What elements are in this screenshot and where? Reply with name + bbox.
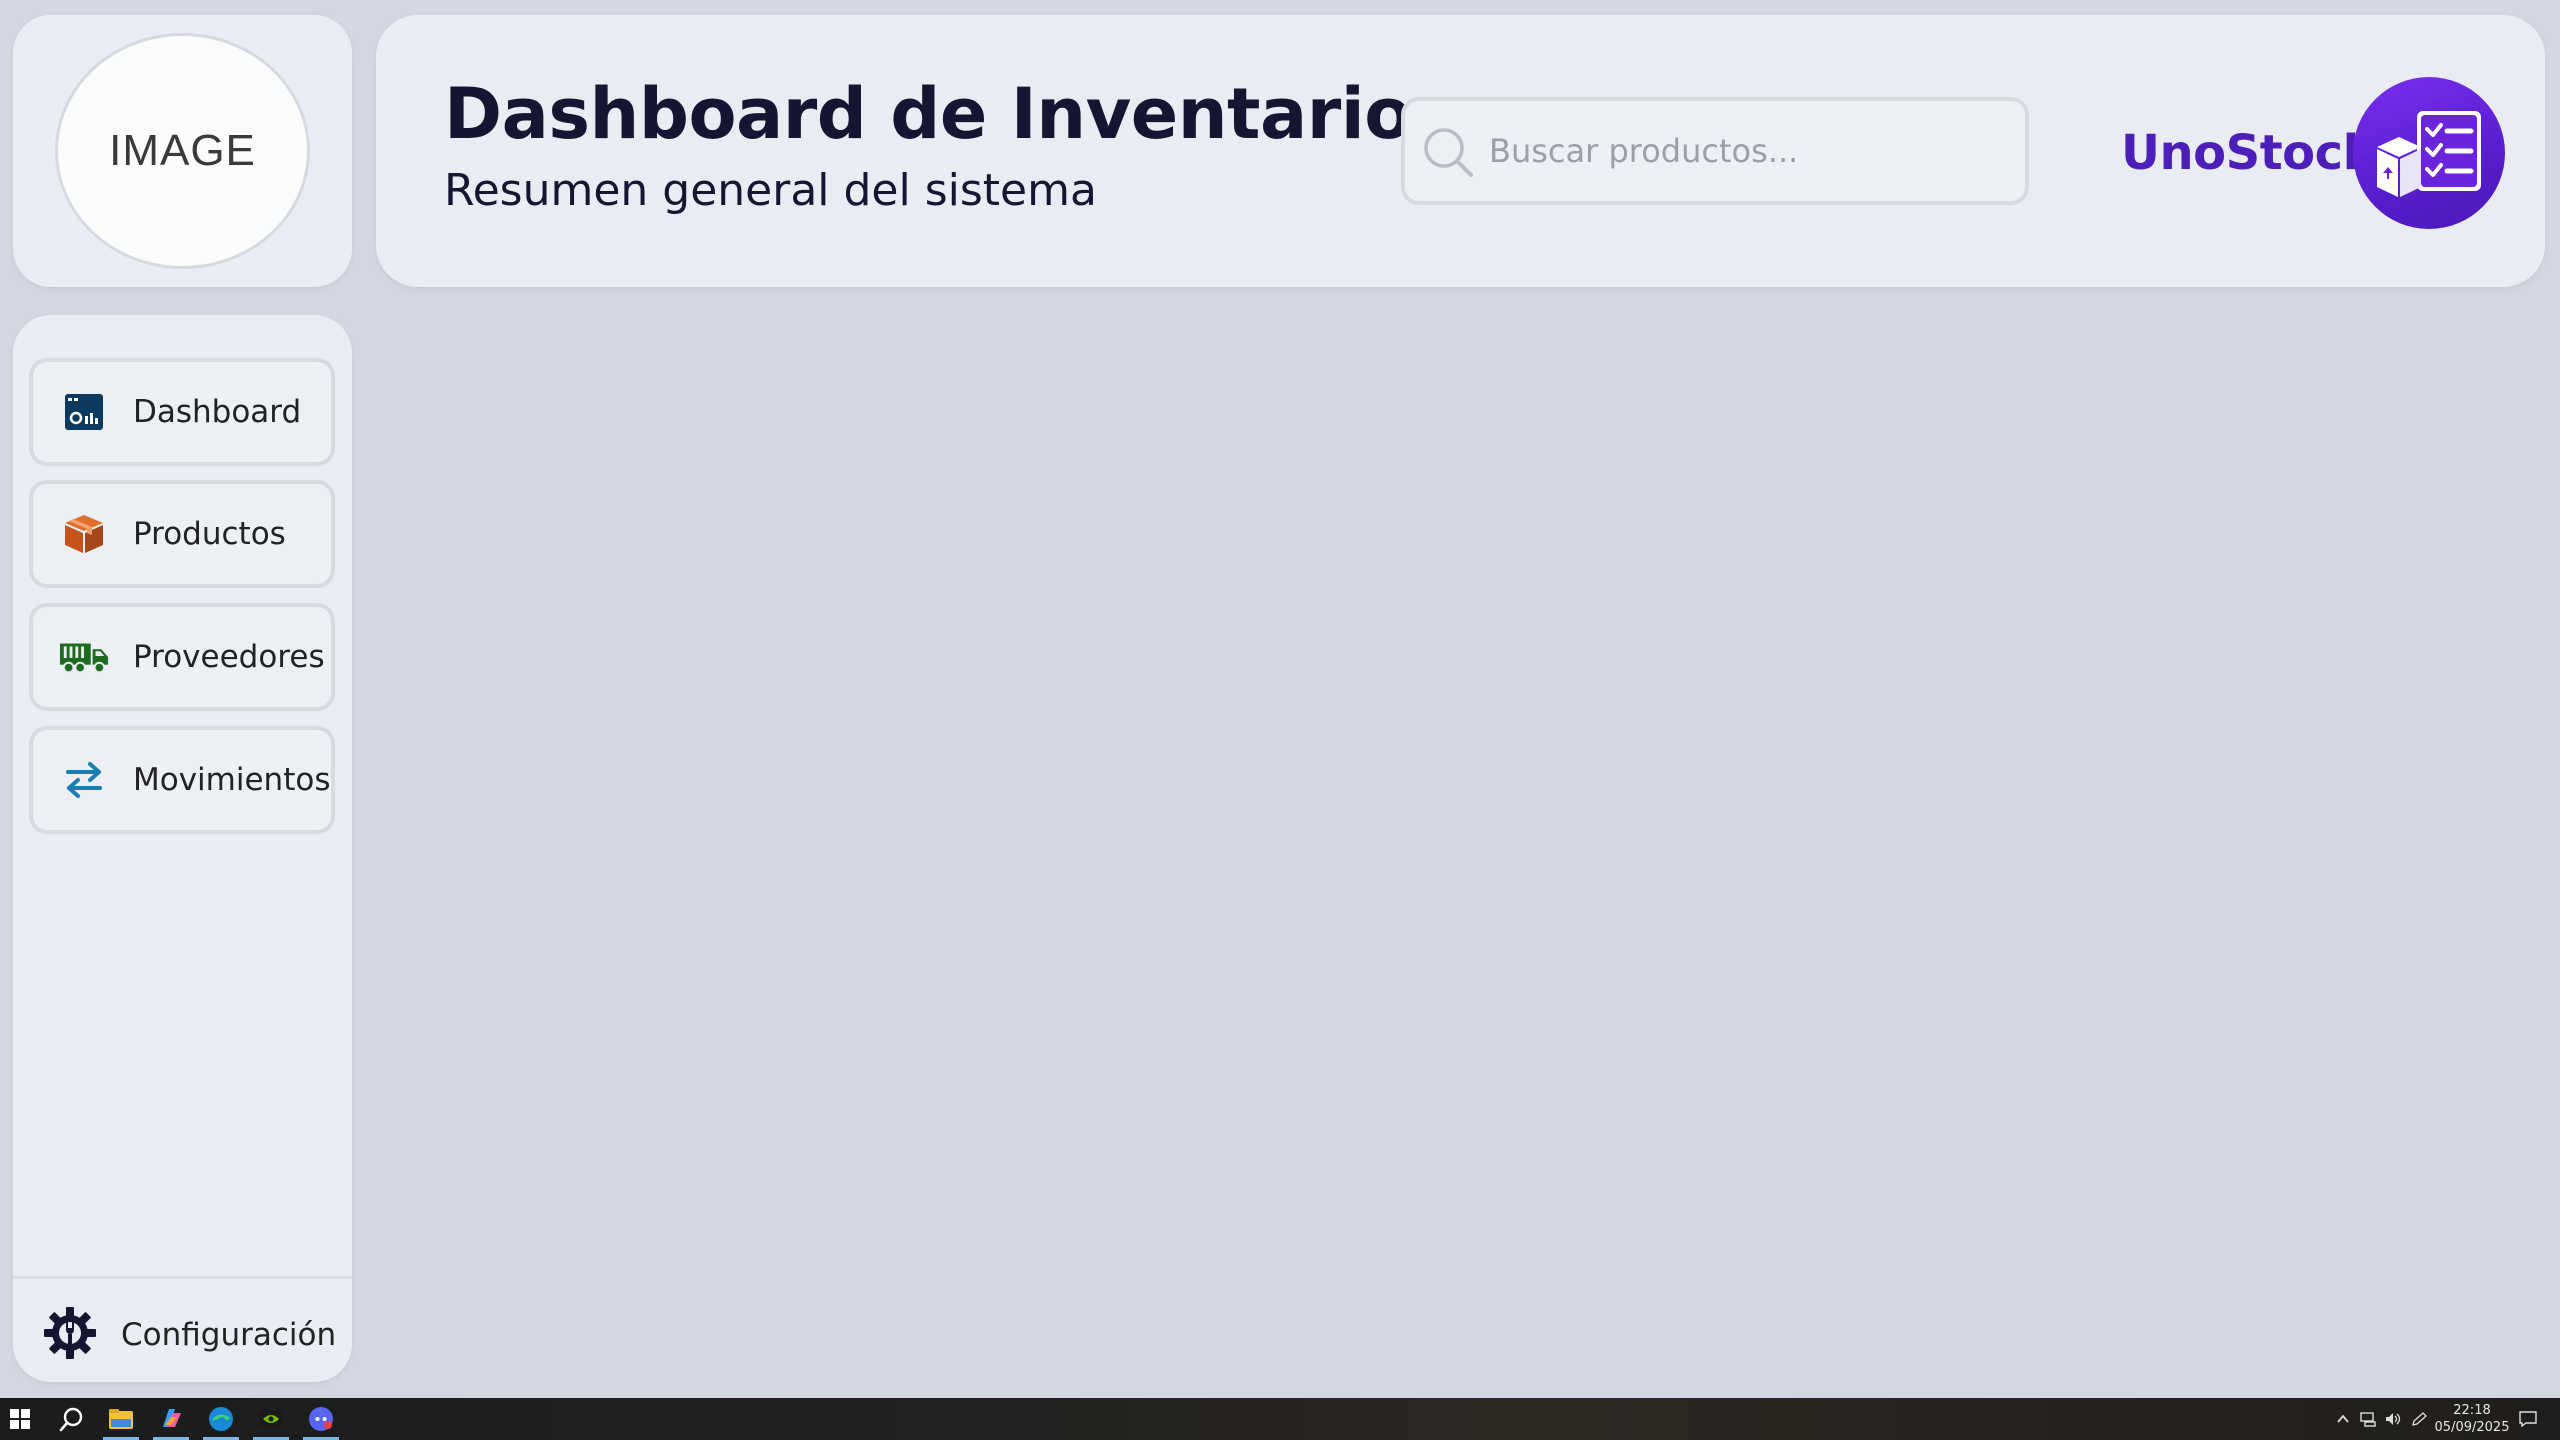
clock-date: 05/09/2025 — [2434, 1420, 2510, 1435]
sidebar-item-proveedores[interactable]: Proveedores — [29, 603, 335, 711]
box-icon — [59, 509, 109, 559]
page-title: Dashboard de Inventario — [444, 73, 1412, 155]
sidebar-item-label: Productos — [133, 516, 286, 552]
header: Dashboard de Inventario Resumen general … — [376, 15, 2545, 287]
copilot-icon[interactable] — [157, 1405, 185, 1433]
sidebar-item-label: Dashboard — [133, 394, 302, 430]
search-icon[interactable] — [58, 1405, 86, 1433]
brand-name: UnoStock — [2121, 125, 2375, 181]
network-icon[interactable] — [2360, 1411, 2378, 1427]
gear-wrench-icon — [43, 1306, 97, 1365]
edge-icon[interactable] — [207, 1405, 235, 1433]
sidebar-item-label: Proveedores — [133, 639, 325, 675]
chevron-up-icon[interactable] — [2336, 1412, 2350, 1426]
avatar-placeholder-text: IMAGE — [109, 126, 256, 175]
notifications-icon[interactable] — [2518, 1410, 2538, 1428]
search-box[interactable] — [1401, 97, 2029, 205]
avatar-card: IMAGE — [13, 15, 352, 287]
page-subtitle: Resumen general del sistema — [444, 165, 1097, 216]
sidebar-divider — [13, 1276, 352, 1279]
volume-icon[interactable] — [2384, 1411, 2402, 1427]
search-icon — [1424, 128, 1473, 177]
windows-start-icon[interactable] — [10, 1409, 30, 1429]
settings-button[interactable]: Configuración — [43, 1300, 336, 1370]
settings-label: Configuración — [121, 1317, 337, 1353]
taskbar: 22:18 05/09/2025 — [0, 1398, 2560, 1440]
taskbar-clock[interactable]: 22:18 05/09/2025 — [2432, 1402, 2512, 1436]
sidebar-item-label: Movimientos — [133, 762, 331, 798]
discord-icon[interactable] — [307, 1405, 335, 1433]
dashboard-icon — [59, 387, 109, 437]
clock-time: 22:18 — [2453, 1403, 2491, 1418]
pen-icon[interactable] — [2410, 1411, 2428, 1427]
avatar[interactable]: IMAGE — [55, 33, 310, 269]
sidebar: Dashboard Productos Proveedores Movimien… — [13, 315, 352, 1382]
swap-arrows-icon — [59, 755, 109, 805]
sidebar-item-productos[interactable]: Productos — [29, 480, 335, 588]
brand-logo — [2353, 77, 2505, 229]
inventory-checklist-icon — [2377, 111, 2481, 197]
file-explorer-icon[interactable] — [107, 1405, 135, 1433]
nvidia-icon[interactable] — [257, 1405, 285, 1433]
sidebar-item-movimientos[interactable]: Movimientos — [29, 726, 335, 834]
search-input[interactable] — [1489, 101, 2019, 201]
sidebar-item-dashboard[interactable]: Dashboard — [29, 358, 335, 466]
truck-icon — [59, 632, 109, 682]
